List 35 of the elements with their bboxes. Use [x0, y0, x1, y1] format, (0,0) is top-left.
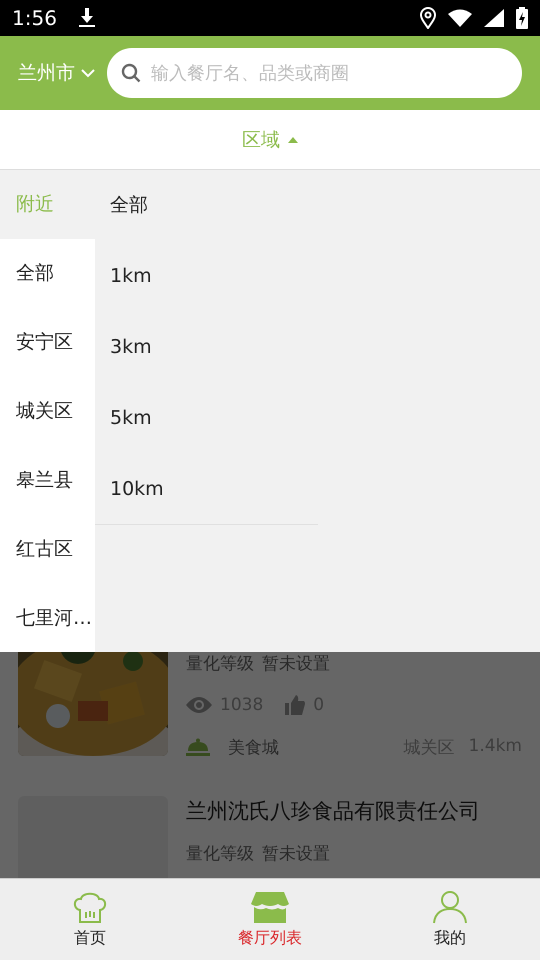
distance-item[interactable]: 1km [95, 241, 318, 312]
wifi-icon [448, 9, 472, 27]
district-item[interactable]: 安宁区 [0, 308, 95, 377]
signal-icon [484, 9, 504, 27]
shop-icon [250, 890, 290, 924]
person-icon [431, 890, 469, 924]
distance-item[interactable]: 全部 [95, 170, 318, 241]
cloche-icon [186, 738, 210, 756]
location-icon [420, 7, 436, 29]
thumbs-up-icon [285, 695, 306, 715]
category-label: 美食城 [228, 736, 279, 758]
distance-item[interactable]: 10km [95, 454, 318, 525]
search-icon [121, 63, 141, 83]
battery-icon [516, 7, 528, 29]
download-icon [78, 8, 95, 28]
district-item[interactable]: 红古区 [0, 514, 95, 584]
district-item[interactable]: 皋兰县 [0, 445, 95, 514]
status-time: 1:56 [12, 6, 57, 30]
rating-value: 暂未设置 [262, 842, 330, 864]
eye-icon [186, 697, 212, 713]
rating-value: 暂未设置 [262, 652, 330, 674]
nav-tab[interactable]: 餐厅列表 [180, 879, 360, 960]
search-field[interactable]: 输入餐厅名、品类或商圈 [107, 48, 522, 98]
district-item[interactable]: 城关区 [0, 376, 95, 446]
chevron-down-icon [81, 68, 95, 78]
district-item[interactable]: 全部 [0, 238, 95, 308]
nav-tab[interactable]: 首页 [0, 879, 180, 960]
rating-label: 量化等级 [186, 652, 254, 674]
chef-hat-icon [71, 890, 109, 924]
distance-item[interactable]: 5km [95, 383, 318, 454]
nav-tab[interactable]: 我的 [360, 879, 540, 960]
distance-item[interactable]: 3km [95, 312, 318, 383]
restaurant-name: 兰州沈氏八珍食品有限责任公司 [186, 798, 480, 825]
rating-label: 量化等级 [186, 842, 254, 864]
district-item[interactable]: 七里河… [0, 583, 95, 652]
